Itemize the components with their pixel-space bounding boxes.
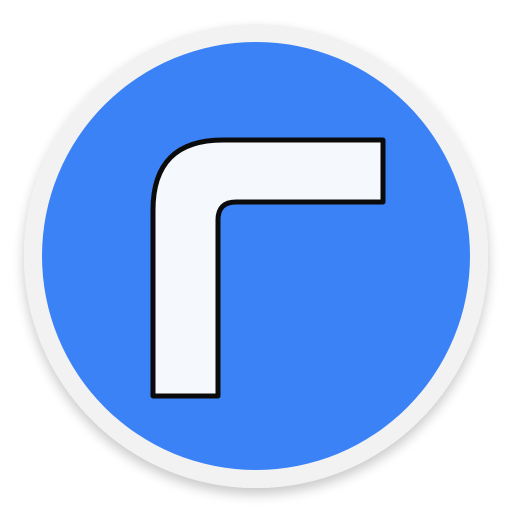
app-icon-canvas bbox=[0, 0, 512, 512]
blue-disc bbox=[42, 42, 470, 470]
app-icon bbox=[24, 24, 488, 488]
